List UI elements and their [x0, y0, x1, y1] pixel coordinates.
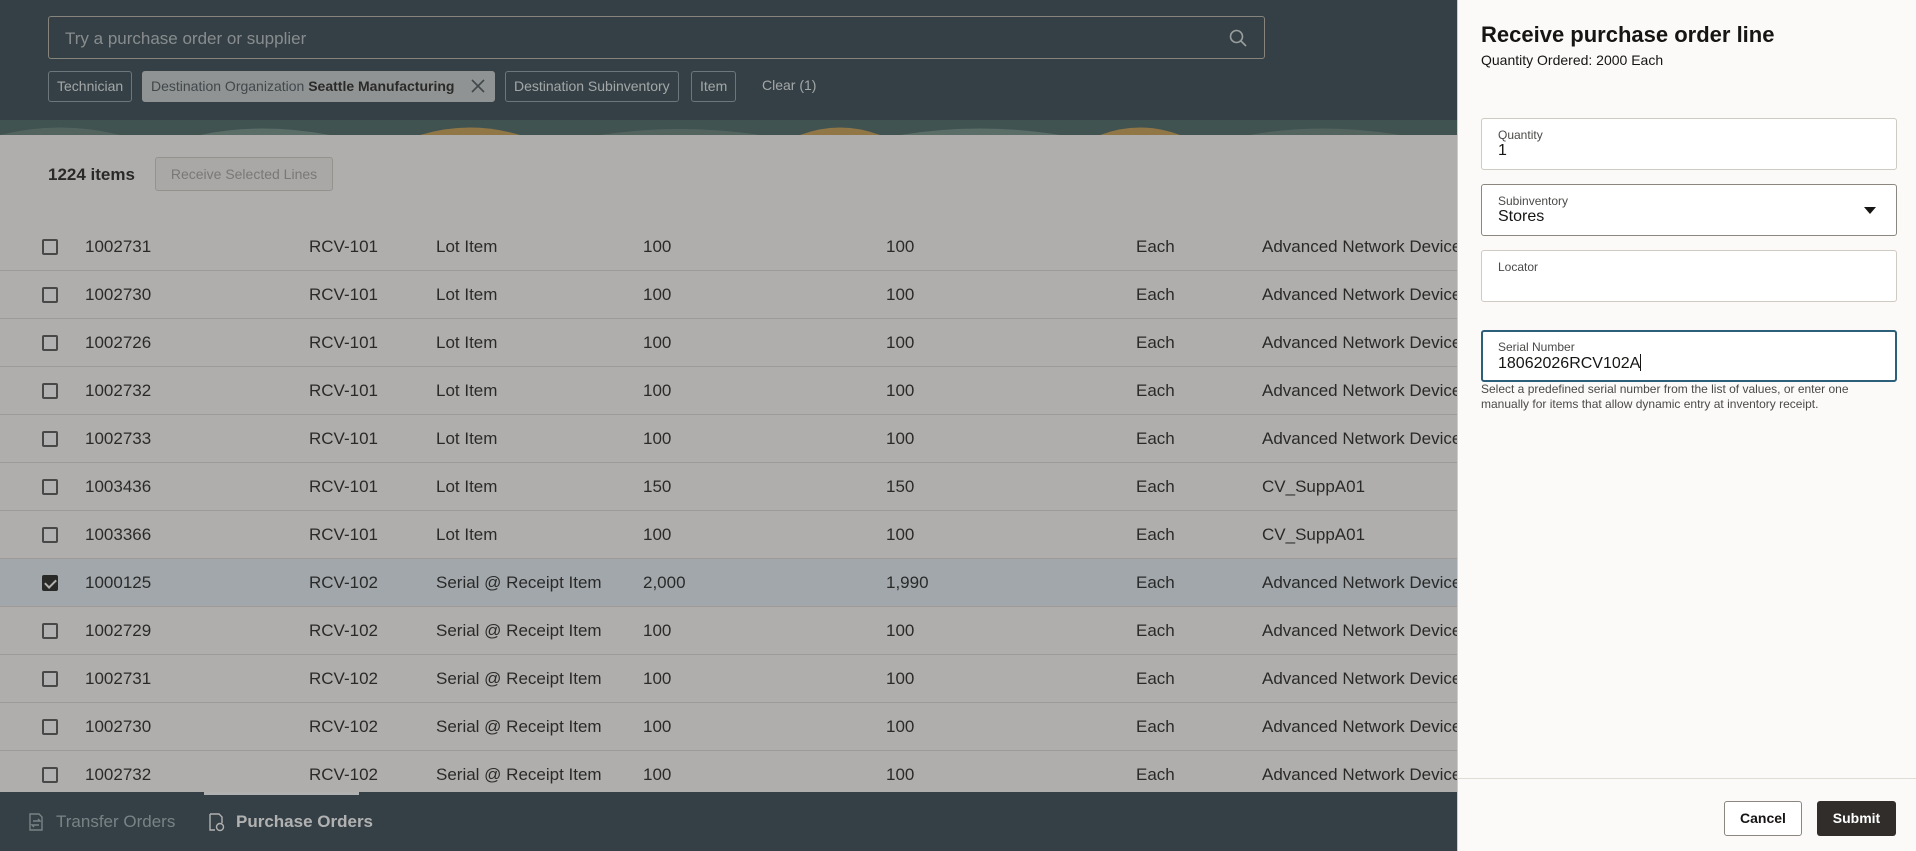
quantity-value: 1	[1498, 142, 1507, 159]
modal-overlay[interactable]	[0, 0, 1457, 851]
subinventory-value: Stores	[1498, 208, 1545, 225]
serial-number-help-text: Select a predefined serial number from t…	[1481, 382, 1849, 411]
serial-number-label: Serial Number	[1498, 340, 1575, 354]
drawer-title: Receive purchase order line	[1481, 22, 1775, 47]
locator-field[interactable]: Locator	[1481, 250, 1897, 302]
submit-button[interactable]: Submit	[1817, 801, 1896, 836]
serial-number-field[interactable]: Serial Number 18062026RCV102A	[1481, 330, 1897, 382]
quantity-ordered-text: Quantity Ordered: 2000 Each	[1481, 52, 1664, 68]
quantity-field[interactable]: Quantity 1	[1481, 118, 1897, 170]
receive-drawer: Receive purchase order line Quantity Ord…	[1457, 0, 1916, 851]
text-cursor	[1640, 354, 1642, 371]
serial-number-value: 18062026RCV102A	[1498, 355, 1641, 372]
quantity-label: Quantity	[1498, 128, 1543, 142]
cancel-button[interactable]: Cancel	[1724, 801, 1802, 836]
subinventory-label: Subinventory	[1498, 194, 1569, 208]
subinventory-select[interactable]: Subinventory Stores	[1481, 184, 1897, 236]
serial-number-value-wrap: 18062026RCV102A	[1498, 354, 1642, 373]
chevron-down-icon[interactable]	[1864, 207, 1876, 214]
locator-label: Locator	[1498, 260, 1539, 274]
drawer-footer: Cancel Submit	[1458, 778, 1916, 851]
